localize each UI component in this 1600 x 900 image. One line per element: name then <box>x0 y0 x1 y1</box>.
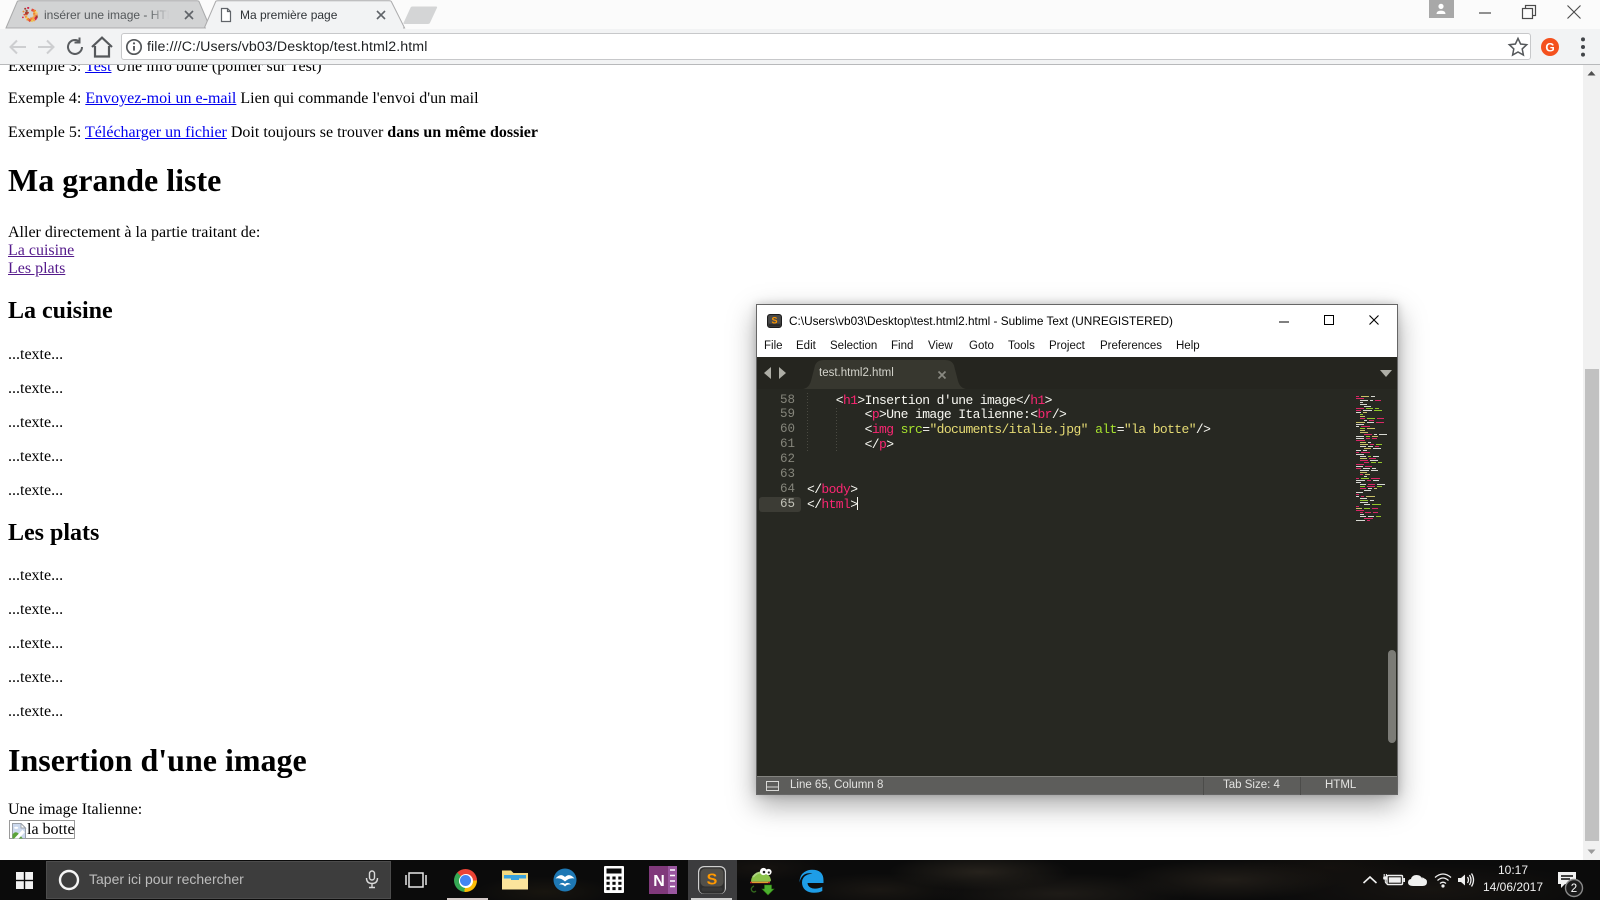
svg-text:N: N <box>653 873 665 890</box>
svg-text:S: S <box>771 316 777 326</box>
svg-text:G: G <box>1545 40 1554 54</box>
svg-text:2: 2 <box>1571 883 1577 895</box>
svg-text:S: S <box>707 872 718 889</box>
